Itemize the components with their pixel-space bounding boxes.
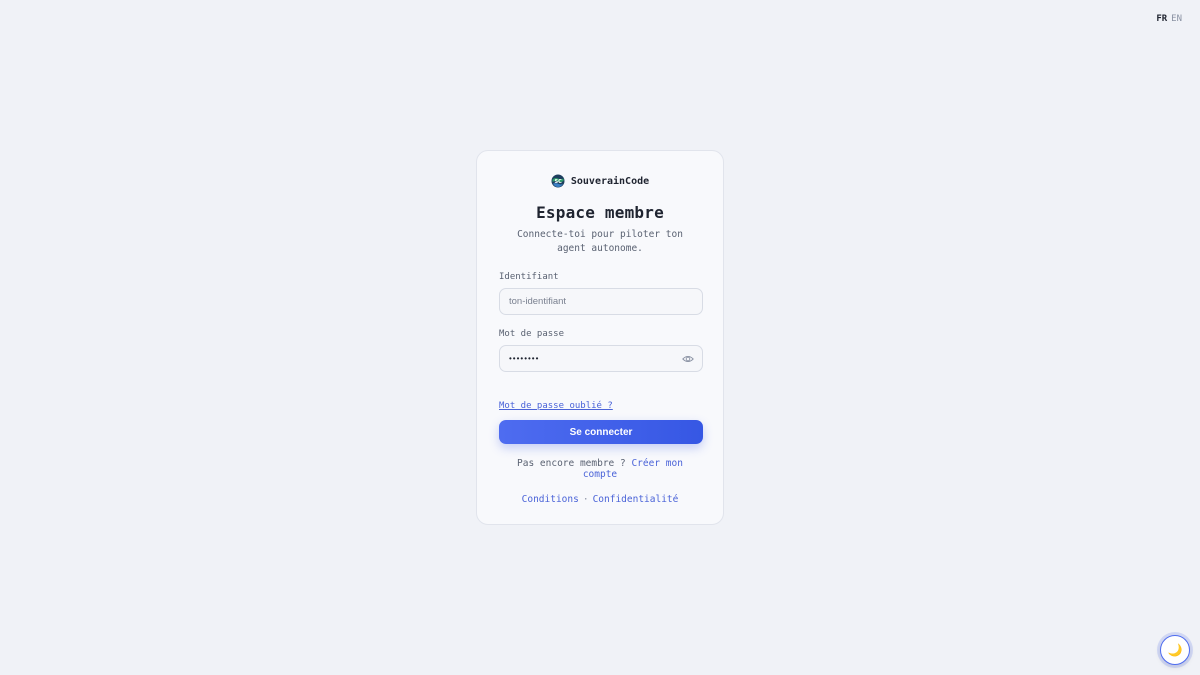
brand-name: SouverainCode — [570, 175, 650, 187]
brand: SC SouverainCode — [499, 173, 701, 189]
forgot-password-link[interactable]: Mot de passe oublié ? — [499, 401, 613, 411]
theme-toggle-button[interactable]: 🌙 — [1160, 635, 1190, 665]
moon-icon: 🌙 — [1167, 643, 1183, 657]
username-field-wrapper — [499, 288, 703, 315]
password-input[interactable] — [499, 345, 703, 372]
lang-en-button[interactable]: EN — [1171, 14, 1182, 24]
signup-prompt: Pas encore membre ? Créer mon compte — [499, 458, 701, 480]
signup-prompt-text: Pas encore membre ? — [517, 458, 626, 469]
language-switcher: FR EN — [1156, 14, 1182, 24]
legal-links: Conditions · Confidentialité — [499, 494, 701, 505]
souverain-logo-icon: SC — [551, 174, 565, 188]
eye-icon[interactable] — [682, 353, 694, 365]
privacy-link[interactable]: Confidentialité — [593, 494, 679, 505]
login-card: SC SouverainCode Espace membre Connecte-… — [476, 150, 724, 525]
terms-link[interactable]: Conditions — [522, 494, 579, 505]
legal-separator: · — [582, 494, 589, 505]
svg-text:SC: SC — [554, 179, 562, 185]
password-label: Mot de passe — [499, 329, 565, 339]
username-label: Identifiant — [499, 272, 559, 282]
username-input[interactable] — [499, 288, 703, 315]
lang-fr-button[interactable]: FR — [1156, 14, 1167, 24]
page-subtitle: Connecte-toi pour piloter ton agent auto… — [517, 229, 683, 254]
login-button[interactable]: Se connecter — [499, 420, 703, 444]
password-field-wrapper — [499, 345, 703, 372]
page-title: Espace membre — [536, 203, 664, 222]
